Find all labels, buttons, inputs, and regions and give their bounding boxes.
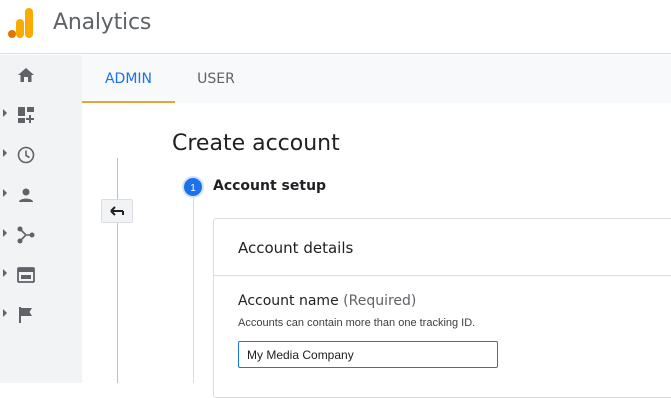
account-details-card: Account details Account name (Required) … <box>213 218 671 398</box>
account-name-input[interactable] <box>238 341 498 368</box>
expand-caret-icon[interactable] <box>3 109 7 117</box>
sidebar-item-behavior[interactable] <box>0 255 82 295</box>
analytics-logo-icon[interactable] <box>8 8 34 38</box>
sidebar-item-realtime[interactable] <box>0 135 82 175</box>
page-title: Create account <box>172 131 340 156</box>
step-number-badge: 1 <box>182 176 204 198</box>
left-divider <box>117 158 118 383</box>
expand-caret-icon[interactable] <box>3 309 7 317</box>
app-title: Analytics <box>53 10 152 35</box>
step-label[interactable]: Account setup <box>213 178 326 194</box>
expand-caret-icon[interactable] <box>3 149 7 157</box>
admin-tabs: ADMIN USER <box>82 55 671 103</box>
sidebar-item-audience[interactable] <box>0 175 82 215</box>
behavior-icon <box>17 267 35 283</box>
sidebar <box>0 55 82 383</box>
expand-caret-icon[interactable] <box>3 189 7 197</box>
app-header: Analytics <box>0 0 671 54</box>
stepper-line <box>193 198 194 383</box>
customization-icon <box>18 107 34 123</box>
account-name-label-text: Account name <box>238 293 339 309</box>
expand-caret-icon[interactable] <box>3 229 7 237</box>
required-marker: (Required) <box>343 293 417 309</box>
back-button[interactable] <box>101 199 133 223</box>
expand-caret-icon[interactable] <box>3 269 7 277</box>
home-icon <box>18 68 34 82</box>
acquisition-icon <box>17 226 35 244</box>
tab-admin[interactable]: ADMIN <box>82 55 175 103</box>
card-header: Account details <box>214 219 671 276</box>
conversions-flag-icon <box>19 307 32 323</box>
sidebar-item-conversions[interactable] <box>0 295 82 335</box>
card-title: Account details <box>238 239 354 257</box>
sidebar-item-customization[interactable] <box>0 95 82 135</box>
account-name-hint: Accounts can contain more than one track… <box>238 317 476 329</box>
account-name-label: Account name (Required) <box>238 293 416 309</box>
sidebar-item-home[interactable] <box>0 55 82 95</box>
audience-person-icon <box>19 188 33 202</box>
realtime-clock-icon <box>17 146 35 164</box>
tab-user[interactable]: USER <box>175 55 257 103</box>
sidebar-item-acquisition[interactable] <box>0 215 82 255</box>
back-arrow-icon <box>110 206 124 216</box>
